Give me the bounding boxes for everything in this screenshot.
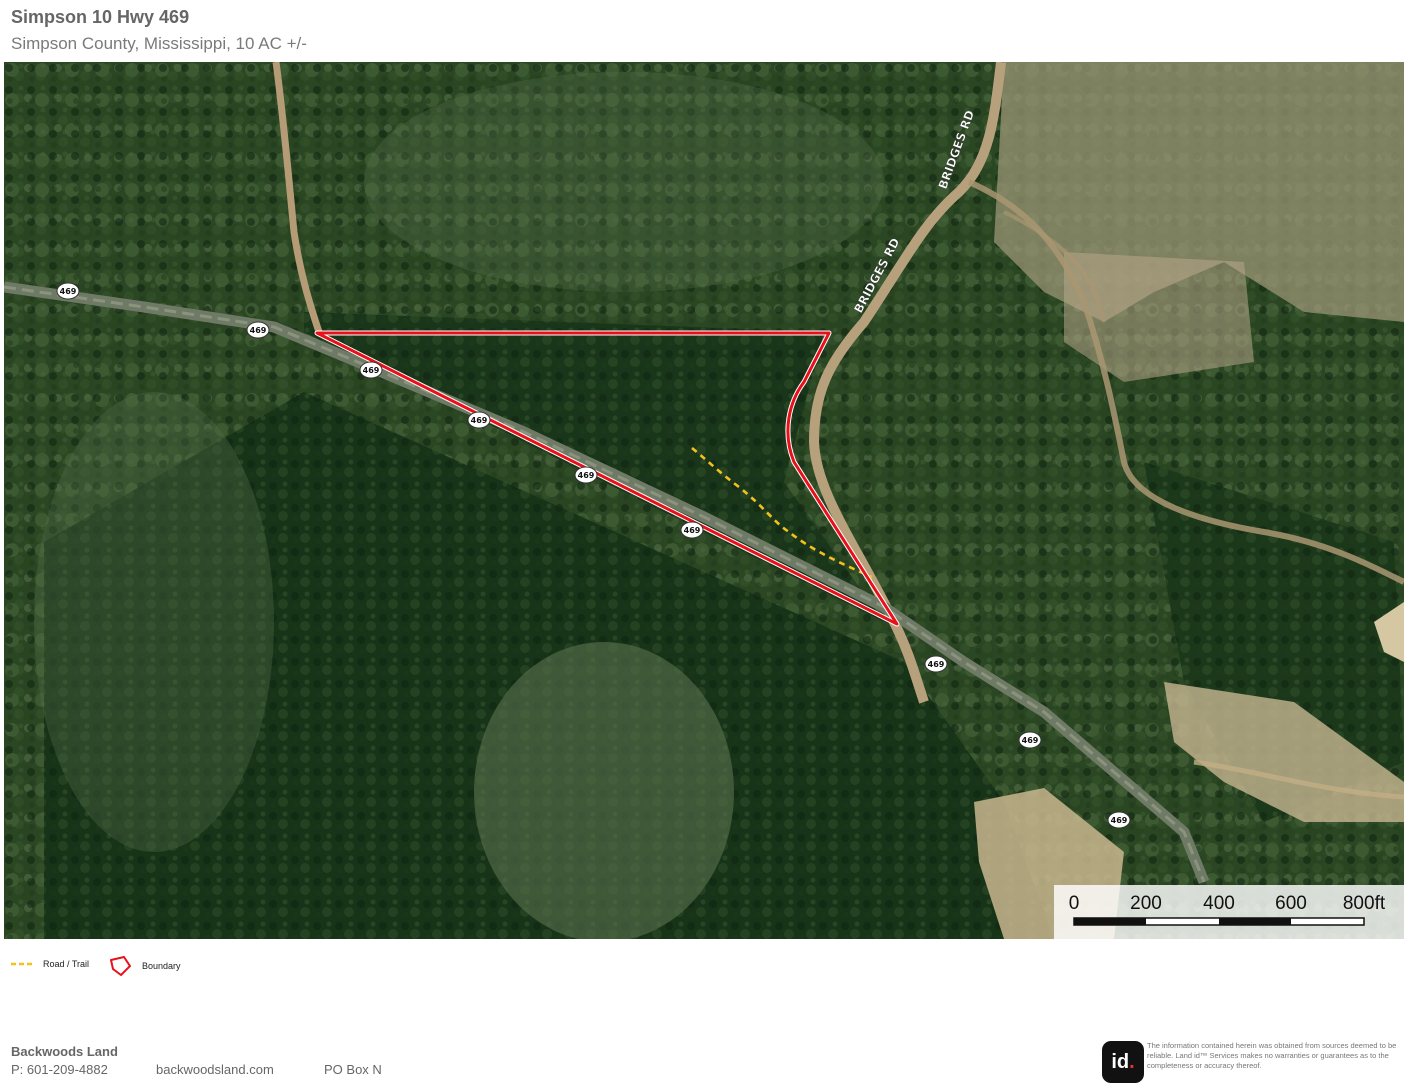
disclaimer-text: The information contained herein was obt…: [1147, 1041, 1397, 1070]
hwy-469-shield-label: 469: [684, 526, 701, 535]
legend-boundary: Boundary: [109, 955, 181, 977]
land-id-logo: id.: [1102, 1041, 1144, 1083]
hwy-469-shield-label: 469: [60, 287, 77, 296]
scale-bar: 0 200 400 600 800ft: [1054, 885, 1404, 939]
hwy-469-shield-label: 469: [928, 660, 945, 669]
logo-dot: .: [1129, 1050, 1135, 1073]
map-title: Simpson 10 Hwy 469: [11, 7, 190, 27]
hwy-469-shield-2: 469: [246, 321, 270, 339]
logo-text: id: [1111, 1050, 1130, 1073]
aerial-map-canvas: BRIDGES RD BRIDGES RD 469469469469469469…: [4, 62, 1404, 939]
hwy-469-shield-label: 469: [578, 471, 595, 480]
hwy-469-shield-5: 469: [574, 466, 598, 484]
hwy-469-shield-8: 469: [1018, 731, 1042, 749]
hwy-469-shield-1: 469: [56, 282, 80, 300]
hwy-469-shield-6: 469: [680, 521, 704, 539]
hwy-469-shield-label: 469: [1111, 816, 1128, 825]
legend-boundary-label: Boundary: [142, 961, 181, 971]
legend-road-trail-label: Road / Trail: [43, 959, 90, 969]
aerial-map[interactable]: BRIDGES RD BRIDGES RD 469 469 469 469 469 469…: [4, 62, 1404, 939]
hwy-469-shield-label: 469: [250, 326, 267, 335]
hwy-469-shield-3: 469: [359, 361, 383, 379]
hwy-469-shield-9: 469: [1107, 811, 1131, 829]
hwy-469-shield-label: 469: [471, 416, 488, 425]
boundary-legend-icon: [110, 956, 131, 976]
hardwood-patch: [474, 642, 734, 939]
hwy-469-shield-label: 469: [1022, 736, 1039, 745]
hwy-469-shield-label: 469: [363, 366, 380, 375]
company-address: PO Box N: [324, 1062, 382, 1077]
scale-bar-graphic: [1073, 917, 1365, 926]
company-website[interactable]: backwoodsland.com: [156, 1062, 274, 1077]
legend-road-trail: Road / Trail: [10, 958, 89, 970]
map-subtitle: Simpson County, Mississippi, 10 AC +/-: [11, 34, 307, 53]
hwy-469-shield-7: 469: [924, 655, 948, 673]
road-trail-legend-icon: [11, 962, 35, 966]
company-name: Backwoods Land: [11, 1044, 118, 1059]
company-phone: P: 601-209-4882: [11, 1062, 108, 1077]
hwy-469-shield-4: 469: [467, 411, 491, 429]
